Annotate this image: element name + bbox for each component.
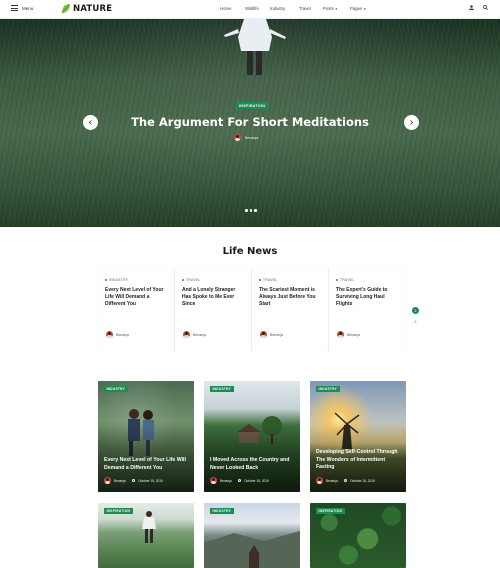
card-category-badge[interactable]: INDUSTRY: [210, 508, 234, 514]
card-title[interactable]: I Moved Across the Country and Never Loo…: [210, 457, 294, 472]
card-date: October 18, 2019: [244, 478, 269, 483]
avatar: [337, 331, 344, 338]
card-category-badge[interactable]: INDUSTRY: [210, 386, 234, 392]
slider-dots: [245, 209, 257, 212]
card-date: October 18, 2019: [350, 478, 375, 483]
card-author[interactable]: Benanja: [114, 479, 126, 483]
card-gradient: [310, 381, 406, 492]
card-date: October 18, 2019: [138, 478, 163, 483]
news-category[interactable]: TRAVEL: [259, 278, 321, 282]
hamburger-icon: [11, 5, 18, 11]
card-author[interactable]: Benanja: [220, 479, 232, 483]
featured-card[interactable]: INDUSTRY Every Next Level of Your Life W…: [98, 381, 194, 492]
logo-text: NATURE: [73, 3, 113, 14]
news-author[interactable]: Benanja: [260, 331, 283, 338]
avatar: [234, 134, 241, 141]
header-icons: [469, 5, 488, 10]
news-author[interactable]: Benanja: [106, 331, 129, 338]
prev-slide-button[interactable]: [83, 115, 98, 130]
news-author[interactable]: Benanja: [337, 331, 360, 338]
hero-author[interactable]: Benanja: [234, 134, 258, 141]
featured-card[interactable]: INDUSTRY Developing Self-Control Through…: [310, 381, 406, 492]
chevron-down-icon: ▼: [363, 6, 367, 11]
news-card[interactable]: INDUSTRY Every Next Level of Your Life W…: [98, 268, 175, 351]
news-title[interactable]: And a Lonely Stranger Has Spoke to Me Ev…: [182, 287, 244, 308]
section-title: Life News: [222, 246, 278, 257]
chevron-left-icon: [88, 120, 92, 125]
clock-icon: [131, 478, 136, 483]
avatar: [183, 331, 190, 338]
card-meta: Benanja October 18, 2019: [210, 477, 269, 484]
featured-card[interactable]: INDUSTRY I Moved Across the Country and …: [204, 381, 300, 492]
news-title[interactable]: The Scariest Moment is Always Just Befor…: [259, 287, 321, 308]
menu-button[interactable]: Menu: [11, 5, 33, 11]
featured-card[interactable]: INSPIRATION: [98, 503, 194, 568]
news-category[interactable]: TRAVEL: [182, 278, 244, 282]
card-category-badge[interactable]: INDUSTRY: [104, 386, 128, 392]
next-slide-button[interactable]: [404, 115, 419, 130]
nav-pages-label: Pages: [350, 6, 363, 11]
news-author-name: Benanja: [193, 332, 206, 337]
card-title[interactable]: Developing Self-Control Through The Wond…: [316, 449, 400, 472]
avatar: [260, 331, 267, 338]
featured-card[interactable]: INDUSTRY: [204, 503, 300, 568]
nav-home[interactable]: Home: [220, 6, 231, 11]
chevron-right-icon: [410, 120, 414, 125]
clock-icon: [237, 478, 242, 483]
nav-pages[interactable]: Pages ▼: [350, 6, 366, 11]
user-icon[interactable]: [469, 5, 474, 10]
news-author-name: Benanja: [347, 332, 360, 337]
site-header: Menu NATURE Home Wildlife Industry Trave…: [0, 0, 500, 19]
avatar: [316, 477, 323, 484]
life-news-list: INDUSTRY Every Next Level of Your Life W…: [98, 268, 406, 351]
card-category-badge[interactable]: INDUSTRY: [316, 386, 340, 392]
card-category-badge[interactable]: INSPIRATION: [104, 508, 133, 514]
nav-wildlife[interactable]: Wildlife: [245, 6, 259, 11]
valley-image: [204, 531, 300, 568]
card-meta: Benanja October 18, 2019: [104, 477, 163, 484]
woman-field-image: [142, 511, 156, 543]
menu-label: Menu: [22, 5, 34, 11]
nav-industry[interactable]: Industry: [270, 6, 285, 11]
card-title[interactable]: Every Next Level of Your Life Will Deman…: [104, 457, 188, 472]
avatar: [210, 477, 217, 484]
card-category-badge[interactable]: INSPIRATION: [316, 508, 345, 514]
news-category[interactable]: TRAVEL: [336, 278, 399, 282]
news-card[interactable]: TRAVEL And a Lonely Stranger Has Spoke t…: [175, 268, 252, 351]
slider-dot[interactable]: [245, 209, 248, 212]
card-gradient: [98, 381, 194, 492]
slider-dot[interactable]: [249, 209, 252, 212]
news-title[interactable]: Every Next Level of Your Life Will Deman…: [105, 287, 167, 308]
news-category[interactable]: INDUSTRY: [105, 278, 167, 282]
page-button-1[interactable]: 1: [412, 307, 419, 314]
nav-posts-label: Posts: [323, 6, 334, 11]
page-button-2[interactable]: 2: [412, 318, 419, 325]
card-meta: Benanja October 18, 2019: [316, 477, 375, 484]
news-author-name: Benanja: [270, 332, 283, 337]
hero-author-name: Benanja: [245, 135, 259, 140]
nav-posts[interactable]: Posts ▼: [323, 6, 338, 11]
nav-travel[interactable]: Travel: [299, 6, 311, 11]
slider-dot[interactable]: [254, 209, 257, 212]
card-gradient: [204, 381, 300, 492]
news-card[interactable]: TRAVEL The Expert's Guide to Surviving L…: [329, 268, 406, 351]
clock-icon: [343, 478, 348, 483]
site-logo[interactable]: NATURE: [61, 3, 112, 14]
hero-category-badge[interactable]: INSPIRATION: [236, 102, 269, 109]
news-author[interactable]: Benanja: [183, 331, 206, 338]
hero-person-image: [224, 19, 286, 75]
news-title[interactable]: The Expert's Guide to Surviving Long Hau…: [336, 287, 399, 308]
news-pagination: 1 2: [412, 307, 419, 325]
card-author[interactable]: Benanja: [326, 479, 338, 483]
news-author-name: Benanja: [116, 332, 129, 337]
hero-title[interactable]: The Argument For Short Meditations: [0, 115, 500, 129]
news-card[interactable]: TRAVEL The Scariest Moment is Always Jus…: [252, 268, 329, 351]
chevron-down-icon: ▼: [334, 6, 338, 11]
avatar: [106, 331, 113, 338]
hero-slider: INSPIRATION The Argument For Short Medit…: [0, 19, 500, 227]
featured-card[interactable]: INSPIRATION: [310, 503, 406, 568]
avatar: [104, 477, 111, 484]
leaf-icon: [61, 4, 70, 14]
search-icon[interactable]: [483, 5, 488, 10]
